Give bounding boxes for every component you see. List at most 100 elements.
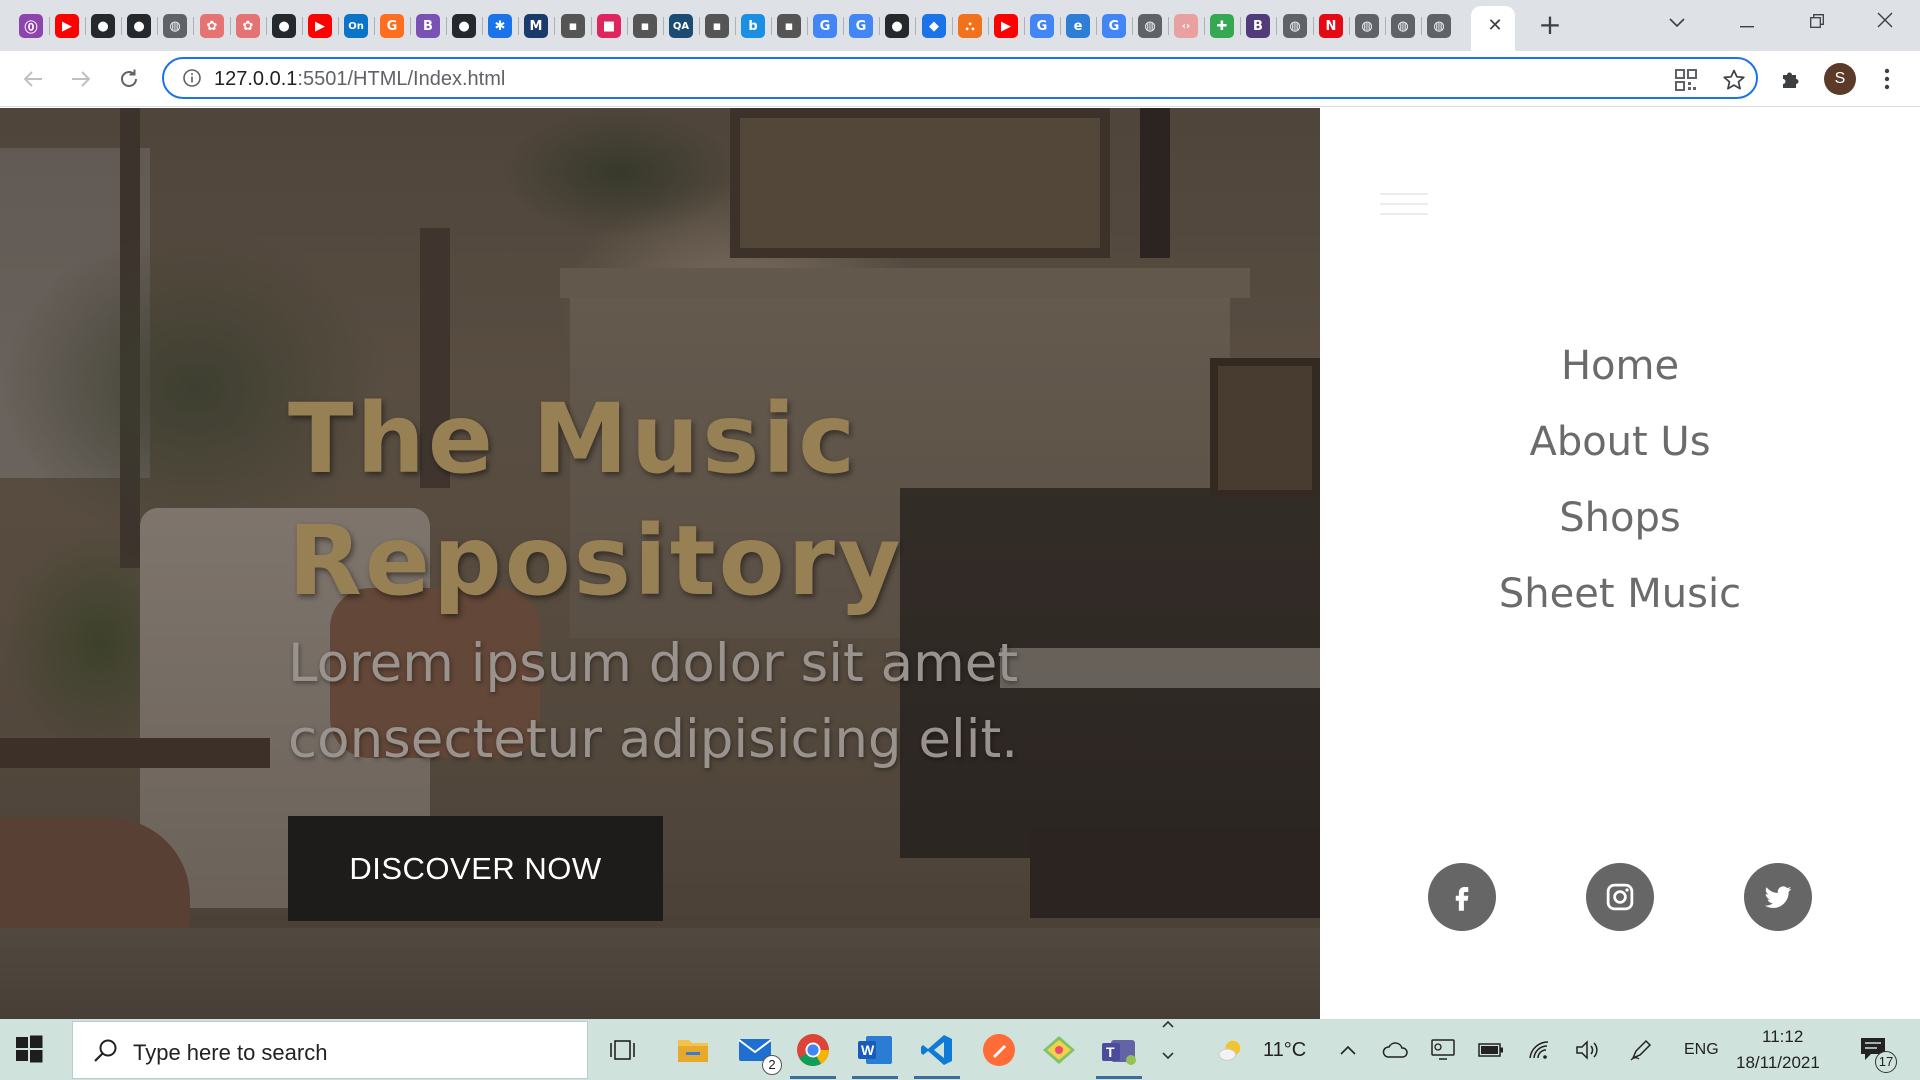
url-text[interactable]: 127.0.0.1:5501/HTML/Index.html: [214, 68, 505, 91]
globe-icon[interactable]: ◍: [1427, 14, 1451, 38]
qr-code-icon[interactable]: [1672, 66, 1700, 94]
back-icon[interactable]: [16, 62, 50, 96]
menu-item-sheet-music[interactable]: Sheet Music: [1320, 556, 1920, 632]
instagram-icon[interactable]: [1586, 863, 1654, 931]
dots-icon[interactable]: ▪: [777, 14, 801, 38]
onedrive-icon[interactable]: [1382, 1037, 1408, 1063]
bookmark-star-icon[interactable]: [1720, 66, 1748, 94]
teams-icon[interactable]: T: [1098, 1029, 1140, 1071]
ok-icon[interactable]: ⛬: [958, 14, 982, 38]
github-icon[interactable]: ●: [127, 14, 151, 38]
openai-icon[interactable]: ✿: [200, 14, 224, 38]
clock-date[interactable]: 18/11/2021: [1736, 1053, 1820, 1073]
code-icon[interactable]: ‹›: [1174, 14, 1198, 38]
address-bar[interactable]: 127.0.0.1:5501/HTML/Index.html: [162, 57, 1758, 99]
on-icon[interactable]: On: [344, 14, 368, 38]
clock-time[interactable]: 11:12: [1762, 1027, 1803, 1047]
device-icon[interactable]: [1430, 1037, 1456, 1063]
gear-icon[interactable]: ✱: [488, 14, 512, 38]
mdn-icon[interactable]: M: [524, 14, 548, 38]
hero-subtitle: Lorem ipsum dolor sit amet consectetur a…: [288, 626, 1188, 778]
globe-icon[interactable]: ◍: [163, 14, 187, 38]
git-kraken-icon[interactable]: [1038, 1029, 1080, 1071]
youtube-icon[interactable]: ▶: [308, 14, 332, 38]
github-icon[interactable]: ●: [272, 14, 296, 38]
new-tab-button[interactable]: +: [1535, 11, 1565, 41]
taskbar-search-box[interactable]: Type here to search: [72, 1021, 588, 1079]
weather-icon[interactable]: [1218, 1037, 1244, 1063]
tab-separator: [1421, 17, 1422, 35]
twitter-icon[interactable]: [1744, 863, 1812, 931]
reload-icon[interactable]: [112, 62, 146, 96]
task-view-icon[interactable]: [603, 1029, 645, 1071]
globe-icon[interactable]: ◍: [1283, 14, 1307, 38]
bootstrap-dark-icon[interactable]: B: [1246, 14, 1270, 38]
battery-icon[interactable]: [1478, 1037, 1504, 1063]
wifi-icon[interactable]: [1527, 1037, 1553, 1063]
windows-start-icon[interactable]: [15, 1035, 43, 1063]
qa-icon[interactable]: QA: [669, 14, 693, 38]
minimize-icon[interactable]: [1724, 8, 1770, 38]
teams-active-indicator: [1096, 1076, 1142, 1079]
dots-icon[interactable]: ▪: [633, 14, 657, 38]
restore-icon[interactable]: [1794, 8, 1840, 38]
netflix-icon[interactable]: N: [1319, 14, 1343, 38]
notification-center-icon[interactable]: 17: [1857, 1033, 1897, 1073]
show-hidden-icons-icon[interactable]: [1335, 1037, 1361, 1063]
weather-temp[interactable]: 11°C: [1263, 1039, 1306, 1062]
globe-icon[interactable]: ◍: [1391, 14, 1415, 38]
globe-icon[interactable]: ◍: [1138, 14, 1162, 38]
pen-icon[interactable]: [1628, 1037, 1654, 1063]
input-language[interactable]: ENG: [1684, 1041, 1719, 1059]
youtube-icon[interactable]: ▶: [55, 14, 79, 38]
facebook-icon[interactable]: [1428, 863, 1496, 931]
globe-icon[interactable]: ◍: [1355, 14, 1379, 38]
hamburger-menu-icon[interactable]: [1380, 193, 1428, 223]
puzzle-color-icon[interactable]: ✚: [1210, 14, 1234, 38]
tab-separator: [157, 17, 158, 35]
edge-icon[interactable]: e: [1066, 14, 1090, 38]
cortex-icon[interactable]: ⓪: [19, 14, 43, 38]
pink-square-icon[interactable]: ■: [597, 14, 621, 38]
github-icon[interactable]: ●: [91, 14, 115, 38]
profile-avatar[interactable]: S: [1824, 63, 1856, 95]
discover-now-button[interactable]: DISCOVER NOW: [288, 816, 663, 921]
google-icon[interactable]: G: [1102, 14, 1126, 38]
browser-menu-icon[interactable]: [1870, 62, 1904, 96]
vscode-icon[interactable]: [916, 1029, 958, 1071]
tab-separator: [338, 17, 339, 35]
word-icon[interactable]: W: [854, 1029, 896, 1071]
tab-separator: [1349, 17, 1350, 35]
extensions-puzzle-icon[interactable]: [1774, 62, 1808, 96]
google-icon[interactable]: G: [813, 14, 837, 38]
github-icon[interactable]: ●: [885, 14, 909, 38]
bing-icon[interactable]: b: [741, 14, 765, 38]
bootstrap-icon[interactable]: B: [416, 14, 440, 38]
menu-item-shops[interactable]: Shops: [1320, 480, 1920, 556]
close-window-icon[interactable]: [1862, 8, 1908, 38]
taskbar-scroll-icon[interactable]: [1155, 1020, 1181, 1060]
postman-icon[interactable]: [978, 1029, 1020, 1071]
dots-icon[interactable]: ▪: [561, 14, 585, 38]
mail-icon[interactable]: 2: [734, 1029, 782, 1075]
close-tab-icon[interactable]: ✕: [1483, 14, 1507, 38]
menu-item-about-us[interactable]: About Us: [1320, 404, 1920, 480]
dots-icon[interactable]: ▪: [705, 14, 729, 38]
chrome-icon[interactable]: [792, 1029, 834, 1071]
tab-separator: [193, 17, 194, 35]
tab-search-icon[interactable]: [1654, 8, 1700, 38]
hero-section: The Music Repository Lorem ipsum dolor s…: [0, 108, 1320, 1019]
g-orange-icon[interactable]: G: [380, 14, 404, 38]
menu-item-home[interactable]: Home: [1320, 328, 1920, 404]
file-explorer-icon[interactable]: [672, 1029, 714, 1071]
forward-icon[interactable]: [64, 62, 98, 96]
tab-separator: [374, 17, 375, 35]
google-icon[interactable]: G: [1030, 14, 1054, 38]
google-icon[interactable]: G: [849, 14, 873, 38]
youtube-icon[interactable]: ▶: [994, 14, 1018, 38]
diamond-icon[interactable]: ◆: [922, 14, 946, 38]
volume-icon[interactable]: [1575, 1037, 1601, 1063]
github-icon[interactable]: ●: [452, 14, 476, 38]
site-info-icon[interactable]: [182, 68, 202, 88]
openai-icon[interactable]: ✿: [236, 14, 260, 38]
